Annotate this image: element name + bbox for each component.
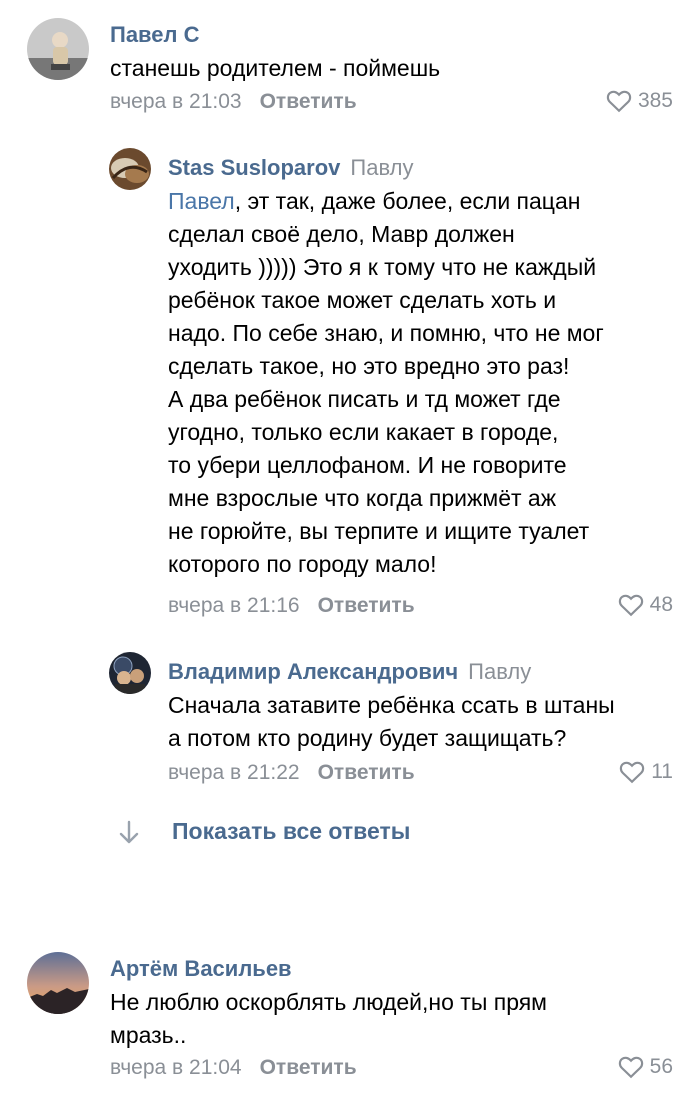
like-count: 11 (651, 760, 673, 783)
author-name[interactable]: Stas Susloparov (168, 155, 340, 180)
reply-to: Павлу (350, 155, 414, 180)
comment-meta: вчера в 21:03 Ответить (110, 90, 357, 114)
like-count: 385 (637, 89, 673, 112)
comment-meta: вчера в 21:04 Ответить (110, 1056, 357, 1080)
like-count: 56 (649, 1055, 673, 1078)
like-button[interactable]: 385 (606, 89, 673, 113)
like-button[interactable]: 11 (619, 760, 673, 784)
comment-time: вчера в 21:22 (168, 761, 300, 784)
reply-button[interactable]: Ответить (318, 761, 415, 784)
text-line: которого по городу мало! (168, 551, 437, 577)
heart-outline-icon (618, 594, 643, 617)
comment-author: Владимир Александрович Павлу (168, 659, 531, 685)
text-line: а потом кто родину будет защищать? (168, 725, 567, 751)
arrow-down-icon (119, 820, 139, 844)
comment-time: вчера в 21:03 (110, 90, 242, 113)
text-segment: , эт так, даже более, если пацан (234, 188, 581, 214)
like-button[interactable]: 56 (618, 1055, 673, 1079)
mention-link[interactable]: Павел (168, 188, 235, 214)
text-line: ребёнок такое может сделать хоть и (168, 287, 557, 313)
reply-button[interactable]: Ответить (318, 594, 415, 617)
text-line: то убери целлофаном. И не говорите (168, 452, 567, 478)
comment-author: Stas Susloparov Павлу (168, 155, 413, 181)
text-line: уходить ))))) Это я к тому что не каждый (168, 254, 597, 280)
heart-outline-icon (618, 1056, 643, 1079)
comment-time: вчера в 21:04 (110, 1056, 242, 1079)
comment-text: Не люблю оскорблять людей,но ты прям мра… (110, 986, 670, 1052)
show-all-replies-button[interactable]: Показать все ответы (118, 818, 410, 846)
reply-button[interactable]: Ответить (260, 90, 357, 113)
show-all-replies-label: Показать все ответы (172, 818, 411, 844)
reply-to: Павлу (468, 659, 532, 684)
comment-text: Сначала затавите ребёнка ссать в штаны а… (168, 689, 678, 755)
heart-outline-icon (606, 90, 632, 113)
text-line: сделать такое, но это вредно это раз! (168, 353, 570, 379)
text-line: мне взрослые что когда прижмёт аж (168, 485, 557, 511)
text-line: Не люблю оскорблять людей,но ты прям (110, 989, 547, 1015)
like-count: 48 (649, 593, 673, 616)
text-line: не горюйте, вы терпите и ищите туалет (168, 518, 590, 544)
heart-outline-icon (620, 761, 645, 784)
comment-text: Павел, эт так, даже более, если пацан сд… (168, 185, 668, 581)
text-line: угодно, только если какает в городе, (168, 419, 559, 445)
text-line: Павел, эт так, даже более, если пацан (168, 185, 668, 218)
avatar[interactable] (109, 652, 151, 694)
comment-author[interactable]: Павел С (110, 22, 200, 48)
avatar[interactable] (27, 18, 89, 80)
author-name[interactable]: Владимир Александрович (168, 659, 458, 684)
like-button[interactable]: 48 (618, 593, 673, 617)
comment-time: вчера в 21:16 (168, 594, 300, 617)
text-line: Сначала затавите ребёнка ссать в штаны (168, 692, 615, 718)
reply-button[interactable]: Ответить (260, 1056, 357, 1079)
text-line: мразь.. (110, 1022, 187, 1048)
text-line: А два ребёнок писать и тд может где (168, 386, 561, 412)
text-line: надо. По себе знаю, и помню, что не мог (168, 320, 604, 346)
text-line: сделал своё дело, Мавр должен (168, 221, 515, 247)
comment-meta: вчера в 21:16 Ответить (168, 594, 415, 618)
comment-author[interactable]: Артём Васильев (110, 956, 292, 982)
avatar[interactable] (109, 148, 151, 190)
comment-text: станешь родителем - поймешь (110, 55, 441, 81)
avatar[interactable] (27, 952, 89, 1014)
comment-meta: вчера в 21:22 Ответить (168, 761, 415, 785)
